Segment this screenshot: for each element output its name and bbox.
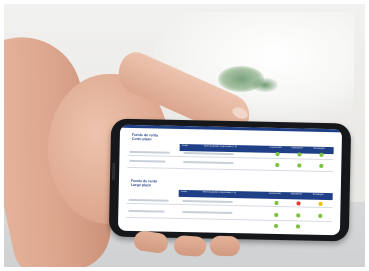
status-dot-green: [275, 151, 280, 156]
section-title-line2: Largo plazo: [130, 182, 152, 188]
row-text-placeholder: [183, 152, 234, 156]
status-dot-green: [296, 224, 300, 228]
status-dot-green: [318, 213, 322, 218]
status-dot-green: [297, 163, 301, 167]
photo-frame: Fondo de renta Corto plazo Fondo Nivel d…: [4, 4, 365, 267]
smartphone: Fondo de renta Corto plazo Fondo Nivel d…: [108, 118, 352, 242]
table-row-divider: [126, 202, 333, 208]
table-row-divider: [127, 166, 334, 172]
header-col-1: Fondo: [181, 144, 188, 148]
row-text-placeholder: [182, 200, 233, 204]
header-col-5: Indicadores: [290, 193, 303, 196]
status-dot-green: [274, 200, 279, 205]
table-row-divider: [127, 154, 334, 160]
table-header: Fondo Nivel de gestión responsable (1-5)…: [178, 189, 333, 201]
status-dot-green: [274, 223, 278, 228]
section-title: Fondo de renta Largo plazo: [131, 179, 171, 188]
status-dot-red: [296, 201, 301, 205]
phone-camera-notch: [111, 162, 116, 181]
phone-screen: Fondo de renta Corto plazo Fondo Nivel d…: [117, 124, 343, 236]
header-col-5: Indicadores: [291, 147, 304, 150]
header-col-6: Estrategias: [312, 193, 324, 196]
fund-section-long-term: Fondo de renta Largo plazo Fondo Nivel d…: [126, 179, 333, 233]
status-dot-green: [297, 152, 302, 156]
table-row-divider: [126, 216, 333, 222]
row-text-placeholder: [128, 209, 165, 213]
finger: [173, 234, 207, 258]
background-plant-2: [252, 78, 278, 92]
screen-top-bar: [120, 124, 343, 133]
status-dot-yellow: [318, 201, 323, 206]
row-text-placeholder: [129, 159, 166, 163]
fund-section-short-term: Fondo de renta Corto plazo Fondo Nivel d…: [127, 133, 334, 181]
finger: [209, 235, 241, 257]
status-dot-green: [275, 162, 279, 167]
status-dot-green: [274, 212, 278, 217]
header-col-4: Control ESG: [268, 192, 282, 196]
row-text-placeholder: [182, 211, 233, 215]
header-col-6: Estrategias: [313, 147, 325, 150]
section-title: Fondo de renta Corto plazo: [132, 133, 172, 142]
header-col-4: Control ESG: [269, 146, 282, 150]
header-col-2: Nivel de gestión responsable (1-5): [203, 145, 238, 149]
row-text-placeholder: [128, 198, 169, 202]
status-dot-green: [319, 163, 323, 168]
row-text-placeholder: [129, 150, 170, 154]
row-text-placeholder: [183, 161, 234, 165]
section-title-line2: Corto plazo: [131, 136, 152, 142]
status-dot-green: [319, 152, 324, 157]
status-dot-green: [296, 213, 300, 217]
header-col-1: Fondo: [180, 190, 187, 194]
header-col-2: Nivel de gestión responsable (1-5): [202, 191, 237, 195]
